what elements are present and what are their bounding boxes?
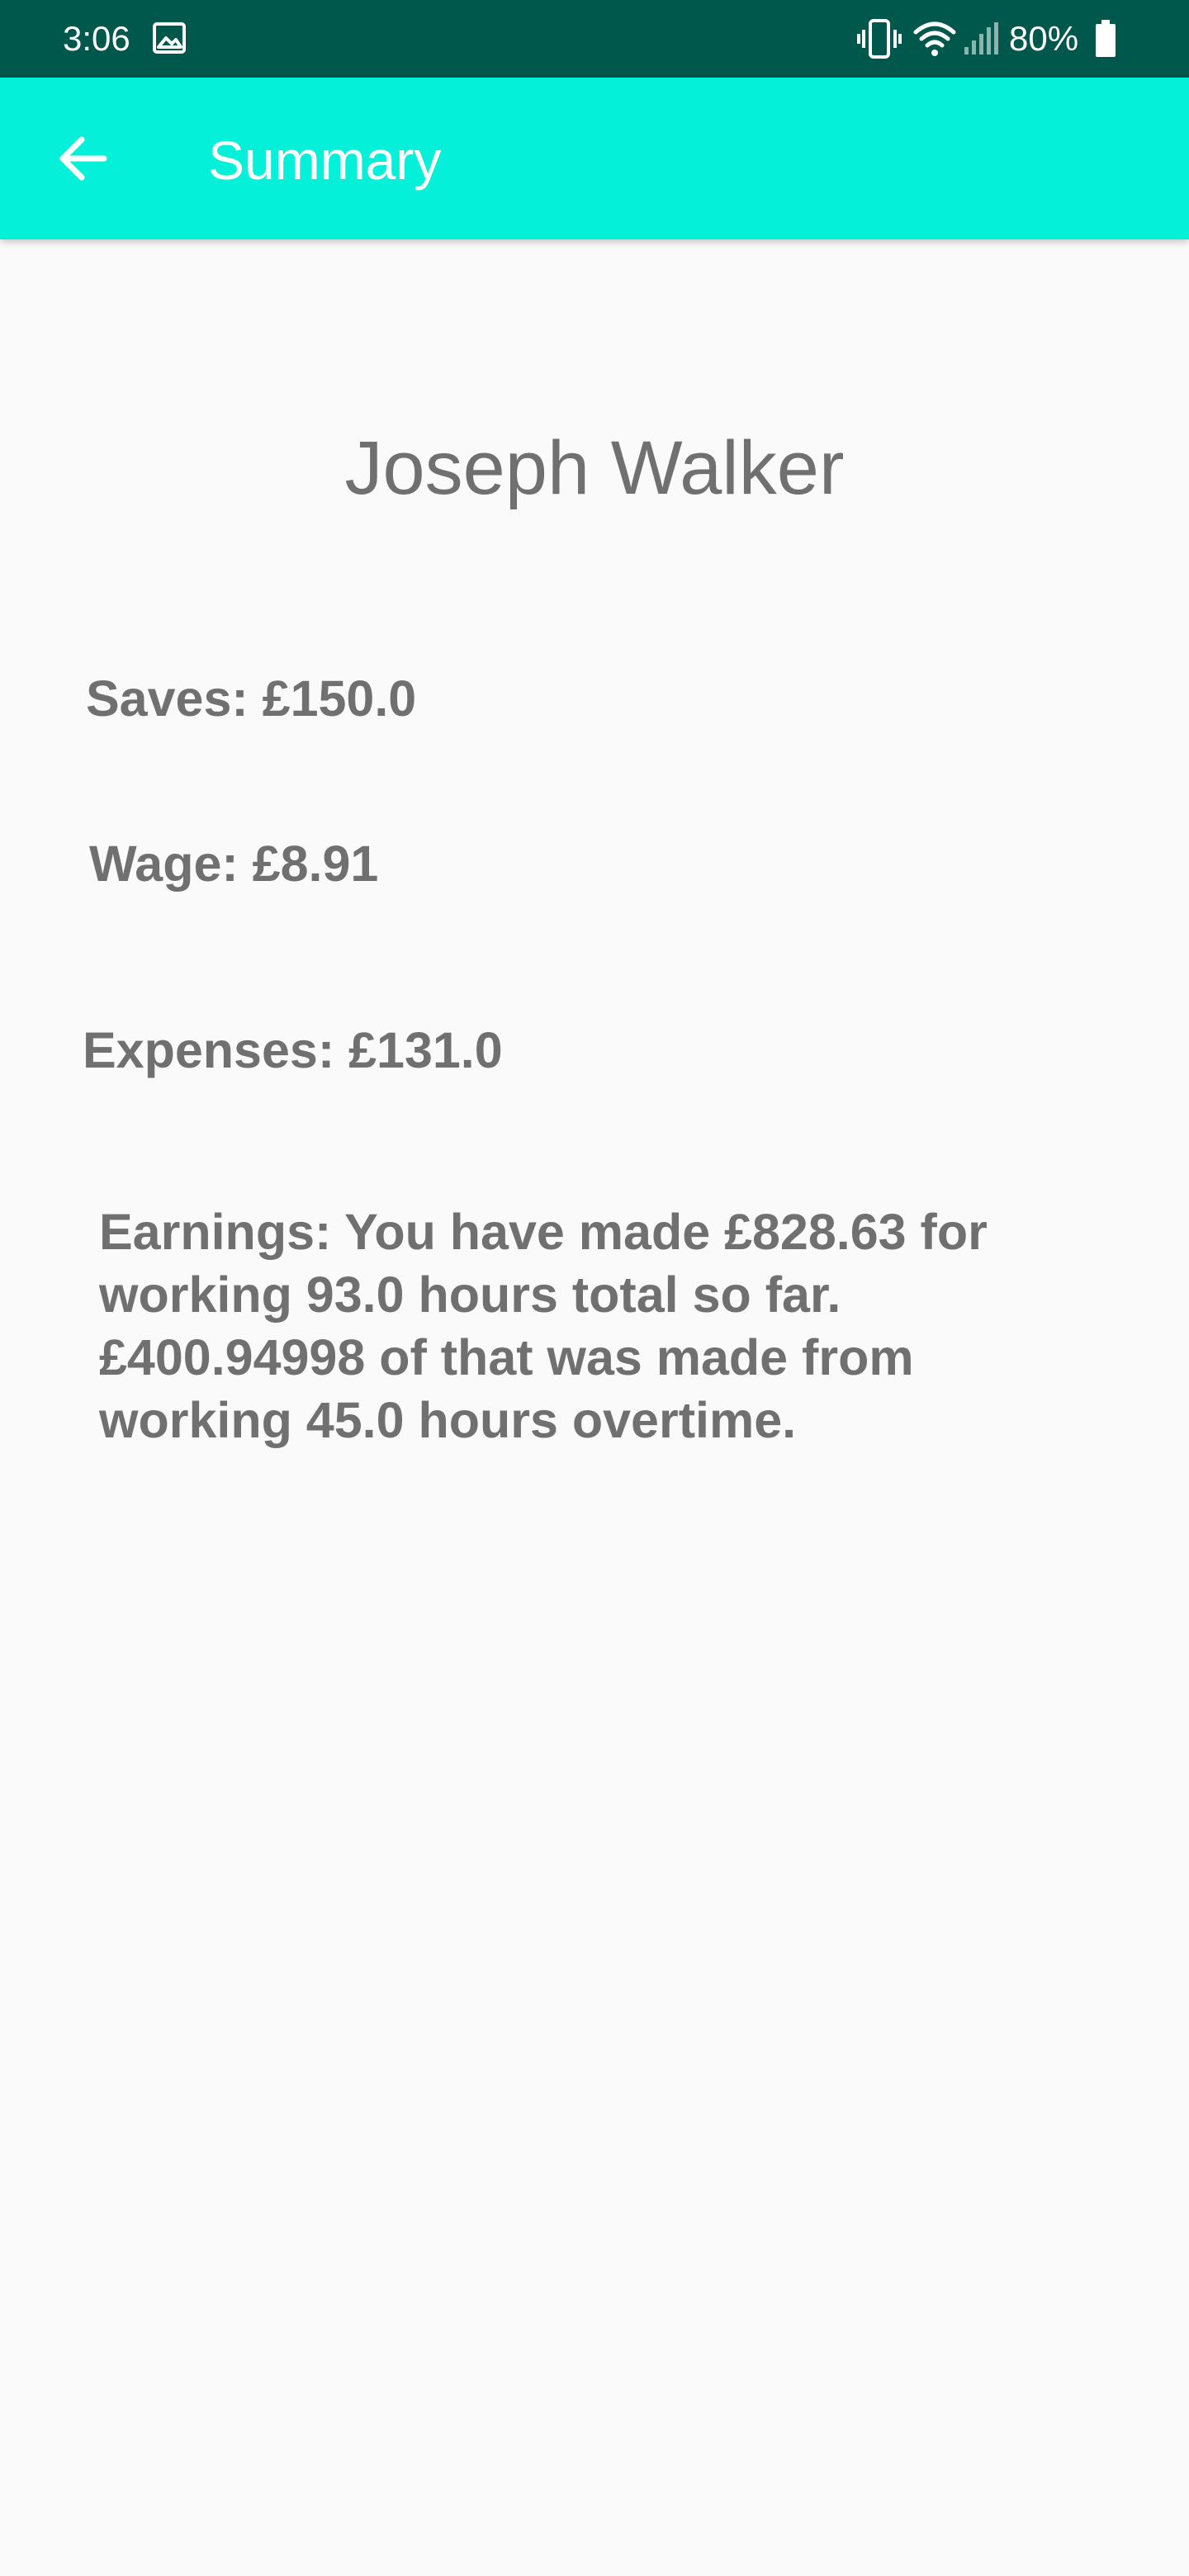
wage-text: Wage: £8.91	[89, 836, 379, 892]
page-title: Summary	[208, 130, 442, 191]
vibrate-icon	[857, 19, 902, 59]
arrow-left-icon	[59, 136, 107, 181]
app-bar: Summary	[0, 78, 1189, 239]
earnings-text: Earnings: You have made £828.63 for work…	[99, 1204, 988, 1448]
status-bar: 3:06 80%	[0, 0, 1189, 78]
saves-text: Saves: £150.0	[86, 670, 417, 727]
battery-percentage: 80%	[1009, 19, 1079, 58]
wifi-icon	[913, 21, 956, 56]
gallery-icon	[153, 22, 186, 54]
summary-screen: 3:06 80% Summary Joseph Walker Saves: £1…	[0, 0, 1189, 2576]
battery-icon	[1096, 20, 1116, 57]
status-time: 3:06	[63, 19, 130, 58]
expenses-text: Expenses: £131.0	[83, 1022, 503, 1078]
user-name: Joseph Walker	[344, 426, 845, 510]
back-button[interactable]	[38, 114, 127, 203]
signal-icon	[964, 22, 998, 54]
